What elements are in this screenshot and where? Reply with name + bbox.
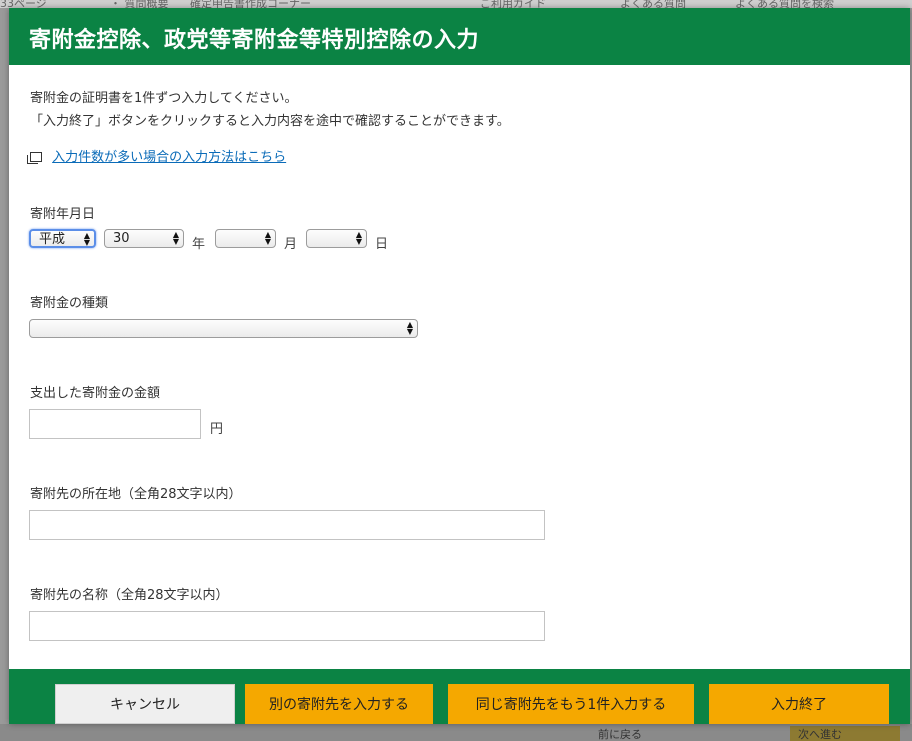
intro-text-line2: 「入力終了」ボタンをクリックすると入力内容を途中で確認することができます。 bbox=[30, 114, 510, 129]
donation-input-modal: 寄附金控除、政党等寄附金等特別控除の入力 寄附金の証明書を1件ずつ入力してくださ… bbox=[9, 8, 910, 724]
recipient-name-label: 寄附先の名称（全角28文字以内） bbox=[30, 588, 229, 603]
bulk-input-link[interactable]: 入力件数が多い場合の入力方法はこちら bbox=[52, 150, 286, 165]
year-select[interactable]: 30 ▲ ▼ bbox=[104, 229, 184, 248]
donation-date-label: 寄附年月日 bbox=[30, 207, 96, 222]
select-arrows-icon: ▲ ▼ bbox=[406, 320, 413, 336]
recipient-name-input[interactable] bbox=[29, 611, 545, 641]
modal-title: 寄附金控除、政党等寄附金等特別控除の入力 bbox=[29, 28, 480, 53]
bg-site-title: 確定申告書作成コーナー bbox=[190, 0, 311, 8]
day-select[interactable]: ▲ ▼ bbox=[306, 229, 367, 248]
month-select[interactable]: ▲ ▼ bbox=[215, 229, 276, 248]
select-arrows-icon: ▲ ▼ bbox=[355, 230, 362, 246]
select-arrows-icon: ▲ ▼ bbox=[264, 230, 271, 246]
modal-header: 寄附金控除、政党等寄附金等特別控除の入力 bbox=[9, 8, 910, 65]
donation-amount-input[interactable] bbox=[29, 409, 201, 439]
year-unit: 年 bbox=[192, 237, 206, 252]
new-window-icon bbox=[27, 152, 42, 164]
finish-input-button[interactable]: 入力終了 bbox=[709, 684, 889, 724]
intro-text-line1: 寄附金の証明書を1件ずつ入力してください。 bbox=[30, 91, 298, 106]
recipient-address-input[interactable] bbox=[29, 510, 545, 540]
donation-type-label: 寄附金の種類 bbox=[30, 296, 109, 311]
background-bottom-bar bbox=[0, 724, 912, 741]
bg-faq-link: よくある質問 bbox=[620, 0, 686, 8]
recipient-address-label: 寄附先の所在地（全角28文字以内） bbox=[30, 487, 242, 502]
add-same-recipient-button[interactable]: 同じ寄附先をもう1件入力する bbox=[448, 684, 694, 724]
year-select-value: 30 bbox=[113, 231, 130, 246]
bulk-input-link-row[interactable]: 入力件数が多い場合の入力方法はこちら bbox=[27, 146, 286, 165]
amount-unit: 円 bbox=[210, 422, 224, 437]
donation-amount-label: 支出した寄附金の金額 bbox=[30, 386, 161, 401]
background-top-bar: 33ページ ・ 質問概要 確定申告書作成コーナー ご利用ガイド よくある質問 よ… bbox=[0, 0, 912, 8]
day-unit: 日 bbox=[375, 237, 389, 252]
era-select-value: 平成 bbox=[39, 232, 66, 247]
cancel-button[interactable]: キャンセル bbox=[55, 684, 235, 724]
donation-type-select[interactable]: ▲ ▼ bbox=[29, 319, 418, 338]
bg-breadcrumb: ・ 質問概要 bbox=[110, 0, 169, 8]
select-arrows-icon: ▲ ▼ bbox=[172, 230, 179, 246]
modal-footer: キャンセル 別の寄附先を入力する 同じ寄附先をもう1件入力する 入力終了 bbox=[9, 669, 910, 724]
bg-guide-link: ご利用ガイド bbox=[480, 0, 546, 8]
month-unit: 月 bbox=[284, 237, 298, 252]
bg-faq-search: よくある質問を検索 bbox=[735, 0, 834, 8]
bg-back-button: 前に戻る bbox=[590, 726, 700, 741]
bg-page-indicator: 33ページ bbox=[0, 0, 47, 8]
add-other-recipient-button[interactable]: 別の寄附先を入力する bbox=[245, 684, 433, 724]
era-select[interactable]: 平成 ▲ ▼ bbox=[29, 229, 96, 248]
select-arrows-icon: ▲ ▼ bbox=[83, 231, 90, 247]
bg-next-button: 次へ進む bbox=[790, 726, 900, 741]
